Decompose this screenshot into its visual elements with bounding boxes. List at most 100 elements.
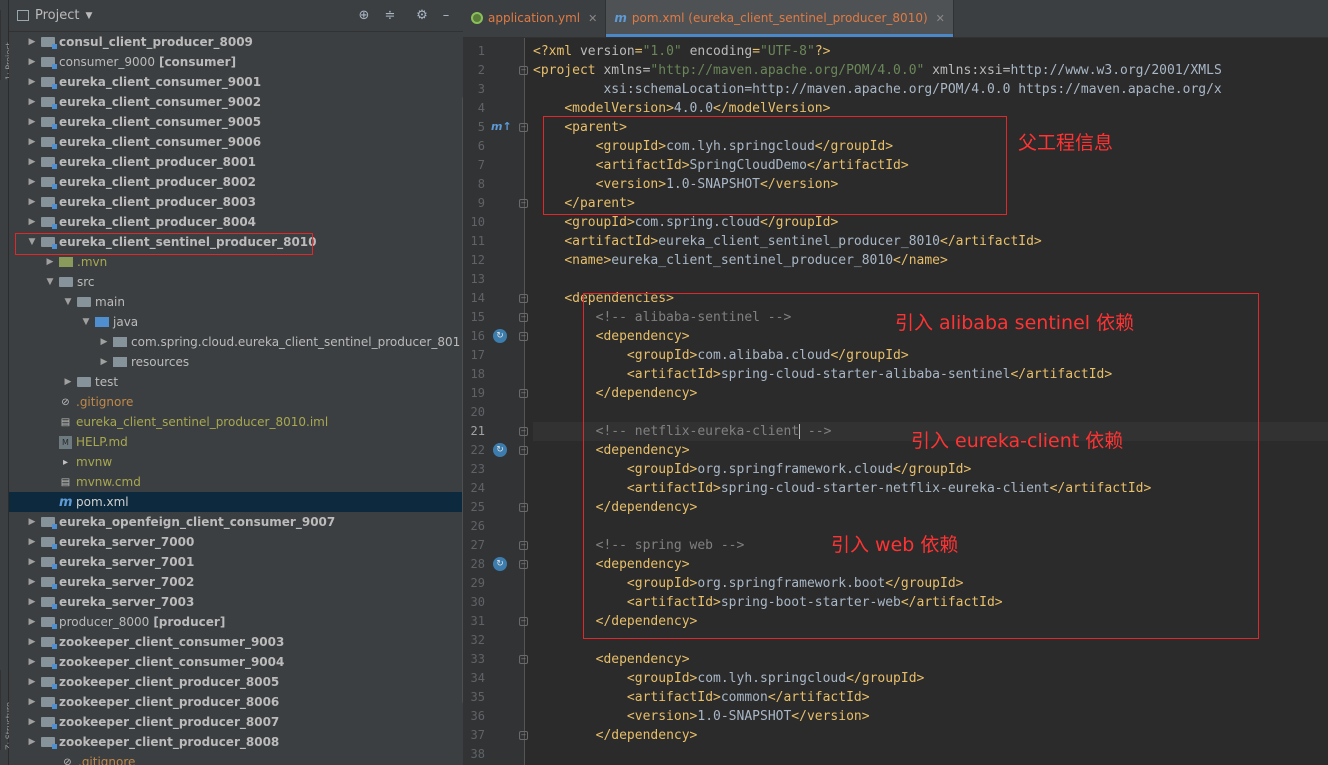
- fold-marker-icon[interactable]: −: [519, 446, 528, 455]
- tree-module-item[interactable]: ▶ zookeeper_client_producer_8005: [9, 672, 463, 692]
- chevron-down-icon[interactable]: ▼: [45, 272, 55, 292]
- tree-file-item[interactable]: M HELP.md: [9, 432, 463, 452]
- chevron-down-icon[interactable]: ▼: [81, 312, 91, 332]
- tree-module-item[interactable]: ▶ eureka_client_consumer_9001: [9, 72, 463, 92]
- code-line[interactable]: <project xmlns="http://maven.apache.org/…: [533, 61, 1328, 80]
- tree-folder-item[interactable]: ▶ test: [9, 372, 463, 392]
- tree-module-item[interactable]: ▶ eureka_server_7002: [9, 572, 463, 592]
- code-line[interactable]: <dependency>: [533, 650, 1328, 669]
- target-icon[interactable]: ⊕: [357, 9, 371, 23]
- chevron-right-icon[interactable]: ▶: [27, 652, 37, 672]
- fold-marker-icon[interactable]: −: [519, 617, 528, 626]
- close-icon[interactable]: ✕: [936, 12, 945, 25]
- tree-module-item[interactable]: ▶ zookeeper_client_producer_8007: [9, 712, 463, 732]
- fold-marker-icon[interactable]: −: [519, 731, 528, 740]
- tree-file-item[interactable]: ▤ eureka_client_sentinel_producer_8010.im…: [9, 412, 463, 432]
- tree-module-item[interactable]: ▶ eureka_client_producer_8001: [9, 152, 463, 172]
- code-line[interactable]: [533, 631, 1328, 650]
- chevron-down-icon[interactable]: ▼: [27, 232, 37, 252]
- fold-marker-icon[interactable]: −: [519, 313, 528, 322]
- chevron-right-icon[interactable]: ▶: [27, 612, 37, 632]
- chevron-right-icon[interactable]: ▶: [63, 372, 73, 392]
- tree-module-item[interactable]: ▶ consumer_9000 [consumer]: [9, 52, 463, 72]
- tree-module-item[interactable]: ▶ eureka_server_7003: [9, 592, 463, 612]
- code-line[interactable]: <dependencies>: [533, 289, 1328, 308]
- tree-module-item[interactable]: ▶ eureka_server_7000: [9, 532, 463, 552]
- chevron-right-icon[interactable]: ▶: [27, 52, 37, 72]
- code-line[interactable]: [533, 270, 1328, 289]
- tree-folder-item[interactable]: ▼ src: [9, 272, 463, 292]
- fold-marker-icon[interactable]: −: [519, 560, 528, 569]
- chevron-right-icon[interactable]: ▶: [27, 152, 37, 172]
- hide-panel-icon[interactable]: –: [439, 9, 453, 23]
- code-line[interactable]: <?xml version="1.0" encoding="UTF-8"?>: [533, 42, 1328, 61]
- chevron-right-icon[interactable]: ▶: [27, 532, 37, 552]
- chevron-right-icon[interactable]: ▶: [27, 512, 37, 532]
- fold-marker-icon[interactable]: −: [519, 123, 528, 132]
- project-view-title[interactable]: Project: [35, 8, 79, 23]
- tree-folder-item[interactable]: ▶ resources: [9, 352, 463, 372]
- chevron-right-icon[interactable]: ▶: [27, 692, 37, 712]
- chevron-right-icon[interactable]: ▶: [27, 72, 37, 92]
- code-line[interactable]: <modelVersion>4.0.0</modelVersion>: [533, 99, 1328, 118]
- tree-file-item[interactable]: m pom.xml: [9, 492, 463, 512]
- code-line[interactable]: <artifactId>spring-boot-starter-web</art…: [533, 593, 1328, 612]
- chevron-right-icon[interactable]: ▶: [27, 592, 37, 612]
- tree-module-item[interactable]: ▼ eureka_client_sentinel_producer_8010: [9, 232, 463, 252]
- code-line[interactable]: <version>1.0-SNAPSHOT</version>: [533, 175, 1328, 194]
- tree-module-item[interactable]: ▶ zookeeper_client_consumer_9003: [9, 632, 463, 652]
- code-line[interactable]: [533, 745, 1328, 764]
- code-line[interactable]: [533, 403, 1328, 422]
- code-line[interactable]: <name>eureka_client_sentinel_producer_80…: [533, 251, 1328, 270]
- tree-module-item[interactable]: ▶ eureka_client_producer_8003: [9, 192, 463, 212]
- chevron-right-icon[interactable]: ▶: [99, 332, 109, 352]
- collapse-all-icon[interactable]: ≑: [383, 9, 397, 23]
- tree-folder-item[interactable]: ▼ java: [9, 312, 463, 332]
- tree-folder-item[interactable]: ▼ main: [9, 292, 463, 312]
- tree-folder-item[interactable]: ▶ com.spring.cloud.eureka_client_sentinel…: [9, 332, 463, 352]
- code-line[interactable]: </parent>: [533, 194, 1328, 213]
- tree-module-item[interactable]: ▶ eureka_server_7001: [9, 552, 463, 572]
- editor-tab[interactable]: m pom.xml (eureka_client_sentinel_produce…: [606, 0, 954, 37]
- tree-file-item[interactable]: ▸ mvnw: [9, 452, 463, 472]
- fold-marker-icon[interactable]: −: [519, 655, 528, 664]
- chevron-right-icon[interactable]: ▶: [27, 632, 37, 652]
- tree-module-item[interactable]: ▶ producer_8000 [producer]: [9, 612, 463, 632]
- tree-module-item[interactable]: ▶ consul_client_producer_8009: [9, 32, 463, 52]
- code-line[interactable]: <parent>: [533, 118, 1328, 137]
- chevron-right-icon[interactable]: ▶: [27, 172, 37, 192]
- code-line[interactable]: <artifactId>spring-cloud-starter-alibaba…: [533, 365, 1328, 384]
- chevron-right-icon[interactable]: ▶: [27, 212, 37, 232]
- code-line[interactable]: <groupId>com.lyh.springcloud</groupId>: [533, 669, 1328, 688]
- code-line[interactable]: <groupId>com.lyh.springcloud</groupId>: [533, 137, 1328, 156]
- tree-file-item[interactable]: ⊘ .gitignore: [9, 752, 463, 765]
- chevron-right-icon[interactable]: ▶: [27, 572, 37, 592]
- fold-marker-icon[interactable]: −: [519, 199, 528, 208]
- chevron-right-icon[interactable]: ▶: [27, 112, 37, 132]
- code-line[interactable]: <groupId>org.springframework.boot</group…: [533, 574, 1328, 593]
- fold-marker-icon[interactable]: −: [519, 66, 528, 75]
- chevron-right-icon[interactable]: ▶: [27, 712, 37, 732]
- code-line[interactable]: <artifactId>eureka_client_sentinel_produ…: [533, 232, 1328, 251]
- chevron-right-icon[interactable]: ▶: [27, 132, 37, 152]
- dependency-icon[interactable]: ↻: [493, 557, 507, 571]
- tree-module-item[interactable]: ▶ zookeeper_client_consumer_9004: [9, 652, 463, 672]
- chevron-down-icon[interactable]: ▼: [63, 292, 73, 312]
- dependency-icon[interactable]: ↻: [493, 443, 507, 457]
- code-line[interactable]: <artifactId>spring-cloud-starter-netflix…: [533, 479, 1328, 498]
- fold-marker-icon[interactable]: −: [519, 541, 528, 550]
- tree-file-item[interactable]: ▤ mvnw.cmd: [9, 472, 463, 492]
- chevron-right-icon[interactable]: ▶: [27, 732, 37, 752]
- code-line[interactable]: <artifactId>SpringCloudDemo</artifactId>: [533, 156, 1328, 175]
- code-line[interactable]: <groupId>com.spring.cloud</groupId>: [533, 213, 1328, 232]
- code-line[interactable]: <version>1.0-SNAPSHOT</version>: [533, 707, 1328, 726]
- fold-marker-icon[interactable]: −: [519, 294, 528, 303]
- code-line[interactable]: </dependency>: [533, 498, 1328, 517]
- code-line[interactable]: </dependency>: [533, 384, 1328, 403]
- tree-folder-item[interactable]: ▶ .mvn: [9, 252, 463, 272]
- dependency-icon[interactable]: ↻: [493, 329, 507, 343]
- code-line[interactable]: </dependency>: [533, 612, 1328, 631]
- maven-parent-icon[interactable]: m↑: [491, 120, 512, 133]
- tree-module-item[interactable]: ▶ eureka_client_consumer_9005: [9, 112, 463, 132]
- tree-module-item[interactable]: ▶ zookeeper_client_producer_8008: [9, 732, 463, 752]
